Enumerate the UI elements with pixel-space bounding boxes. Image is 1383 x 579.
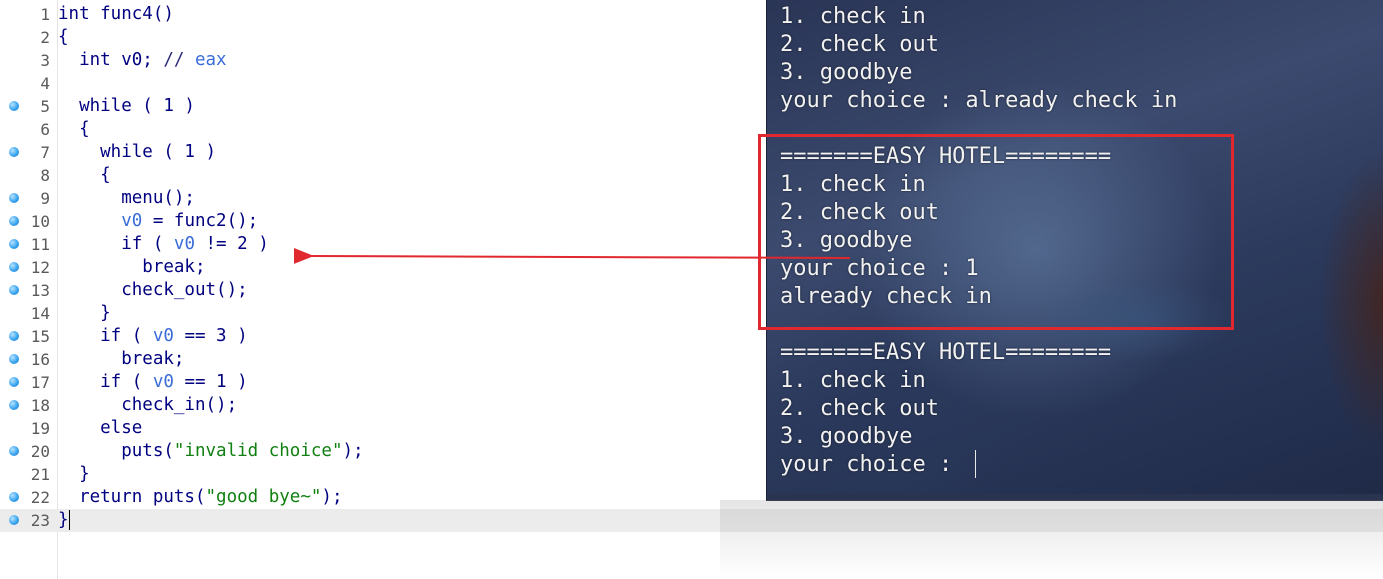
breakpoint-icon[interactable] [9,400,19,410]
line-number: 11 [30,235,50,254]
code-text: if ( v0 == 3 ) [58,326,248,346]
code-text: break; [58,349,185,369]
terminal-line: 3. goodbye [780,60,913,85]
line-number: 7 [40,143,50,162]
code-text: if ( v0 == 1 ) [58,372,248,392]
code-text: } [58,303,111,323]
line-number: 22 [30,488,50,507]
window-shadow [720,500,1383,579]
code-text: } [58,464,90,484]
code-text: else [58,418,143,438]
breakpoint-icon[interactable] [9,377,19,387]
breakpoint-icon[interactable] [9,101,19,111]
line-number: 6 [40,120,50,139]
breakpoint-icon[interactable] [9,147,19,157]
code-text: menu(); [58,188,195,208]
line-number: 21 [30,465,50,484]
line-number: 5 [40,97,50,116]
line-number: 4 [40,74,50,93]
line-number: 2 [40,28,50,47]
code-text: int func4() [58,4,174,24]
code-text: { [58,119,90,139]
breakpoint-icon[interactable] [9,446,19,456]
terminal-caret [975,450,976,478]
code-text: while ( 1 ) [58,142,217,162]
line-number: 9 [40,189,50,208]
breakpoint-icon[interactable] [9,239,19,249]
line-number: 10 [30,212,50,231]
terminal-line: 3. goodbye [780,424,913,449]
text-cursor [68,510,70,530]
terminal-line: 1. check in [780,368,926,393]
code-text: if ( v0 != 2 ) [58,234,269,254]
line-number: 18 [30,396,50,415]
breakpoint-icon[interactable] [9,193,19,203]
line-number: 15 [30,327,50,346]
breakpoint-icon[interactable] [9,492,19,502]
line-number: 16 [30,350,50,369]
code-text: check_in(); [58,395,238,415]
line-number: 23 [30,511,50,530]
line-number: 17 [30,373,50,392]
line-number: 1 [40,5,50,24]
breakpoint-icon[interactable] [9,354,19,364]
breakpoint-icon[interactable] [9,262,19,272]
code-text: { [58,165,111,185]
line-number: 19 [30,419,50,438]
code-text: return puts("good bye~"); [58,487,343,507]
line-number: 14 [30,304,50,323]
terminal-line: your choice : already check in [780,88,1178,113]
line-number: 3 [40,51,50,70]
line-number: 8 [40,166,50,185]
terminal-line: your choice : [780,452,966,477]
line-number: 12 [30,258,50,277]
breakpoint-icon[interactable] [9,285,19,295]
code-text: while ( 1 ) [58,96,195,116]
line-number: 20 [30,442,50,461]
terminal-line: 2. check out [780,396,939,421]
line-number: 13 [30,281,50,300]
code-text: { [58,27,69,47]
breakpoint-icon[interactable] [9,515,19,525]
breakpoint-icon[interactable] [9,216,19,226]
code-text: } [58,510,70,530]
code-text: check_out(); [58,280,248,300]
terminal-line: 2. check out [780,32,939,57]
code-text: puts("invalid choice"); [58,441,364,461]
terminal-line: =======EASY HOTEL======== [780,340,1112,365]
code-text: int v0; // eax [58,50,227,70]
code-text: break; [58,257,206,277]
breakpoint-icon[interactable] [9,331,19,341]
code-text: v0 = func2(); [121,211,259,231]
highlight-box [758,134,1234,330]
terminal-line: 1. check in [780,4,926,29]
